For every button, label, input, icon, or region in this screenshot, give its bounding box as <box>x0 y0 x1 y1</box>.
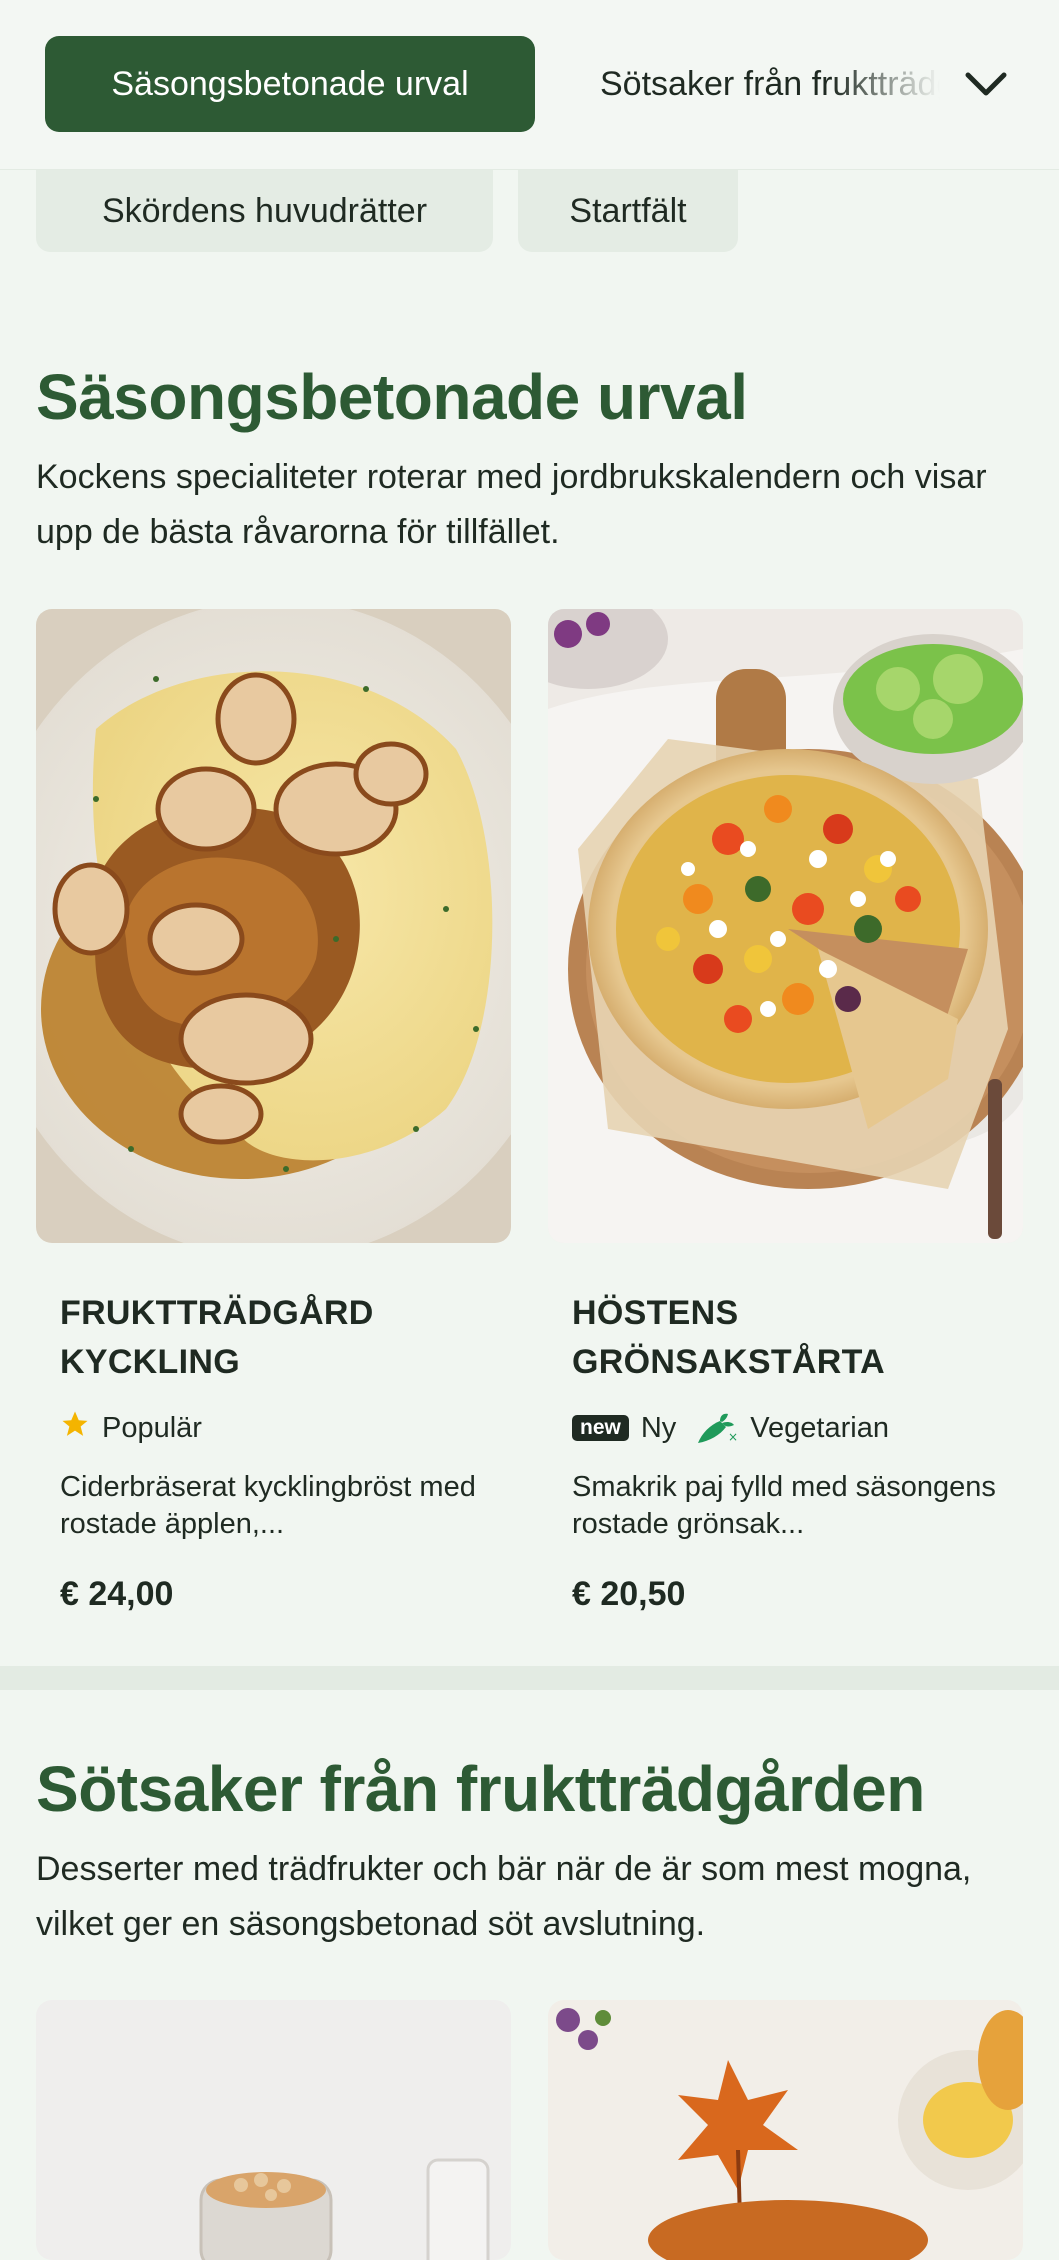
section-divider <box>0 1666 1059 1690</box>
dish-name: FRUKTTRÄDGÅRD KYCKLING <box>60 1294 374 1381</box>
dish-name: HÖSTENS GRÖNSAKSTÅRTA <box>572 1294 886 1381</box>
tag-label: Vegetarian <box>750 1411 889 1444</box>
tag-label: Ny <box>640 1411 677 1444</box>
section-description: Kockens specialiteter roterar med jordbr… <box>36 458 987 551</box>
dish-description: Smakrik paj fylld med säsongens rostade … <box>572 1471 996 1540</box>
star-icon <box>60 1409 90 1447</box>
dish-tags: new Ny × Vegetarian <box>572 1406 889 1450</box>
dessert-image-jar[interactable] <box>36 2000 511 2260</box>
menu-item-card[interactable]: HÖSTENS GRÖNSAKSTÅRTA new Ny × Vegetaria… <box>548 609 1023 1619</box>
dish-price: € 24,00 <box>60 1575 174 1613</box>
dish-image-vegetable-tart <box>548 609 1023 1243</box>
category-chips: Skördens huvudrätter Startfält <box>0 170 1059 254</box>
dish-price: € 20,50 <box>572 1575 686 1613</box>
tab-orchard-sweets[interactable]: Sötsaker från fruktträdgården <box>600 36 940 132</box>
dish-description: Ciderbräserat kycklingbröst med rostade … <box>60 1471 476 1540</box>
dessert-image-pie[interactable] <box>548 2000 1023 2260</box>
section-description: Desserter med trädfrukter och bär när de… <box>36 1850 972 1943</box>
chip-harvest-mains[interactable]: Skördens huvudrätter <box>36 170 493 252</box>
tag-label: Populär <box>102 1411 202 1444</box>
section-title: Säsongsbetonade urval <box>36 361 748 433</box>
dish-tags: Populär <box>60 1406 202 1450</box>
new-badge: new <box>572 1415 629 1441</box>
section-title: Sötsaker från fruktträdgården <box>36 1753 925 1825</box>
menu-item-card[interactable]: FRUKTTRÄDGÅRD KYCKLING Populär Ciderbräs… <box>36 609 511 1619</box>
dish-image-chicken <box>36 609 511 1243</box>
svg-text:×: × <box>728 1430 738 1444</box>
vegetarian-carrot-icon: × <box>694 1411 738 1445</box>
tab-seasonal-picks[interactable]: Säsongsbetonade urval <box>45 36 535 132</box>
category-nav: Säsongsbetonade urval Sötsaker från fruk… <box>0 0 1059 170</box>
chevron-down-icon[interactable] <box>960 58 1012 110</box>
chip-starters[interactable]: Startfält <box>518 170 738 252</box>
